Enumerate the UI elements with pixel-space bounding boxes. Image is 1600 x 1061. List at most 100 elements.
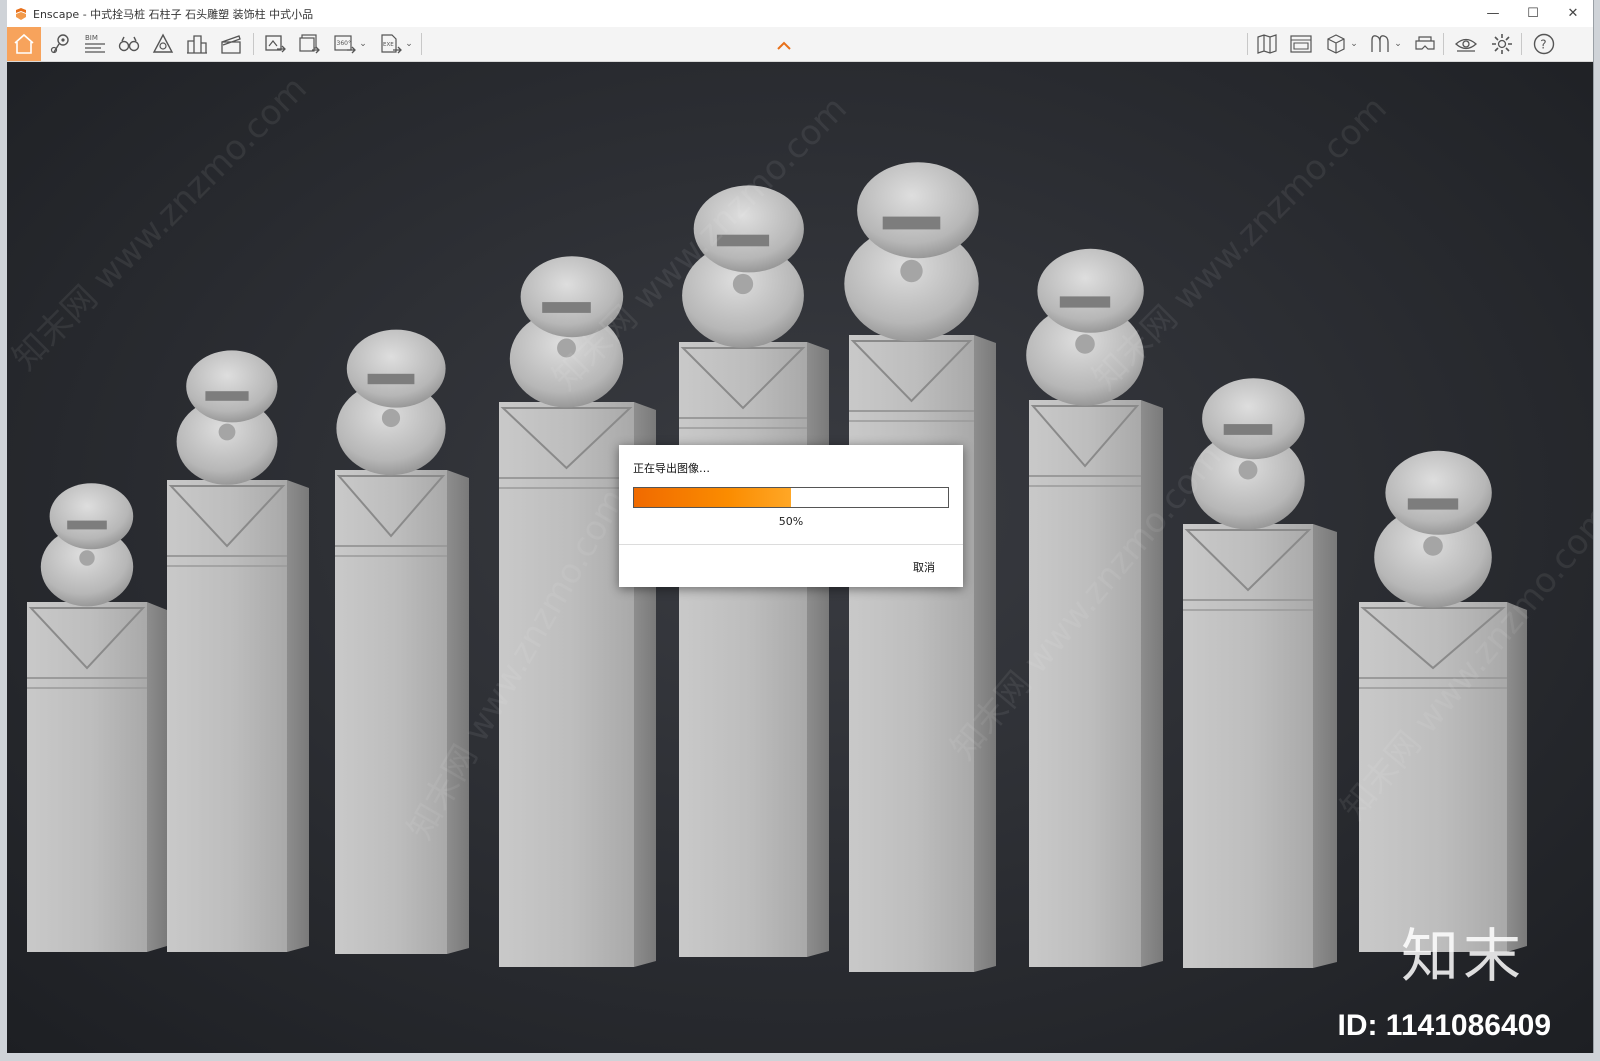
lion-bell — [1238, 460, 1258, 480]
atmosphere-icon — [152, 33, 174, 53]
window-view-button[interactable] — [1287, 29, 1315, 59]
lion-head — [1202, 378, 1305, 460]
panorama-button[interactable]: 360° ⌄ — [329, 29, 371, 59]
lion-bell — [1075, 334, 1095, 354]
brand-watermark: 知末 — [1400, 922, 1525, 990]
exe-export-button[interactable]: EXE ⌄ — [375, 29, 417, 59]
pillar-front — [849, 335, 974, 972]
map-button[interactable] — [1253, 29, 1281, 59]
lion-head — [1385, 450, 1492, 535]
help-icon: ? — [1533, 33, 1555, 55]
window-title: Enscape - 中式拴马桩 石柱子 石头雕塑 装饰柱 中式小品 — [33, 7, 314, 21]
pillar-side — [1507, 602, 1527, 952]
lion-bell — [732, 273, 754, 295]
toolbar-separator — [1521, 33, 1522, 55]
lion-mouth — [542, 302, 591, 313]
asset-library-icon — [1371, 35, 1389, 52]
toolbar: BIM 360° ⌄ EXE ⌄ ⌄ ⌄ ? — [7, 27, 1593, 62]
stone-pillar — [167, 350, 309, 952]
pillar-front — [679, 342, 807, 957]
video-editor-button[interactable] — [217, 29, 245, 59]
home-icon — [14, 33, 34, 54]
dialog-divider — [619, 544, 963, 545]
binoculars-button[interactable] — [115, 29, 143, 59]
lion-bell — [218, 423, 236, 441]
close-button[interactable]: ✕ — [1553, 0, 1593, 27]
location-button[interactable] — [47, 29, 75, 59]
toolbar-separator — [1247, 33, 1248, 55]
chevron-down-icon[interactable]: ⌄ — [359, 39, 367, 49]
pillar-side — [1313, 524, 1337, 968]
window-controls: — ☐ ✕ — [1473, 0, 1593, 27]
visual-settings-eye-icon — [1455, 38, 1477, 52]
bim-icon: BIM — [85, 34, 105, 53]
vr-button[interactable] — [1411, 29, 1439, 59]
bim-button[interactable]: BIM — [81, 29, 109, 59]
lion-bell — [1423, 536, 1443, 556]
panorama-360-icon: 360° — [334, 35, 357, 54]
svg-text:BIM: BIM — [85, 34, 98, 42]
settings-gear-icon — [1492, 34, 1512, 54]
batch-render-icon — [299, 34, 320, 54]
lion-bell — [381, 408, 401, 428]
title-bar: Enscape - 中式拴马桩 石柱子 石头雕塑 装饰柱 中式小品 — ☐ ✕ — [7, 0, 1593, 27]
view-mode-button[interactable]: ⌄ — [1321, 29, 1361, 59]
pillar-side — [147, 602, 167, 952]
lion-head — [186, 350, 278, 423]
pillar-front — [1029, 400, 1141, 967]
toolbar-separator — [421, 33, 422, 55]
binoculars-icon — [118, 36, 140, 52]
maximize-button[interactable]: ☐ — [1513, 0, 1553, 27]
enscape-logo-icon — [16, 7, 26, 20]
pillar-front — [335, 470, 447, 954]
buildings-icon — [187, 35, 207, 54]
export-progress-dialog: 正在导出图像… 50% 取消 — [619, 445, 963, 587]
diagonal-watermark: 知末网 www.znzmo.com — [1085, 89, 1395, 399]
minimize-button[interactable]: — — [1473, 0, 1513, 27]
chevron-up-icon[interactable] — [777, 41, 791, 51]
lion-mouth — [1059, 296, 1111, 308]
lion-mouth — [1223, 424, 1273, 435]
progress-bar-fill — [634, 488, 791, 507]
image-id-watermark: ID: 1141086409 — [1337, 1009, 1551, 1042]
lion-mouth — [67, 520, 107, 530]
svg-text:EXE: EXE — [383, 42, 394, 48]
lion-bell — [900, 259, 923, 283]
buildings-button[interactable] — [183, 29, 211, 59]
lion-mouth — [367, 373, 415, 385]
pillar-side — [807, 342, 829, 957]
pillar-front — [167, 480, 287, 952]
map-icon — [1257, 34, 1277, 54]
visual-settings-button[interactable] — [1451, 29, 1481, 59]
enscape-window: Enscape - 中式拴马桩 石柱子 石头雕塑 装饰柱 中式小品 — ☐ ✕ … — [7, 0, 1594, 1053]
toolbar-separator — [253, 33, 254, 55]
diagonal-watermark: 知末网 www.znzmo.com — [7, 69, 315, 379]
progress-bar — [633, 487, 949, 508]
progress-percent: 50% — [778, 515, 804, 528]
svg-text:?: ? — [1540, 38, 1546, 52]
lion-head — [1037, 248, 1144, 333]
window-view-icon — [1290, 35, 1312, 53]
pillar-front — [27, 602, 147, 952]
stone-pillar — [27, 483, 167, 952]
pillar-side — [287, 480, 309, 952]
asset-library-button[interactable]: ⌄ — [1365, 29, 1405, 59]
help-button[interactable]: ? — [1529, 29, 1559, 59]
settings-button[interactable] — [1487, 29, 1517, 59]
cancel-button[interactable]: 取消 — [913, 559, 935, 575]
toolbar-separator — [1443, 33, 1444, 55]
atmosphere-button[interactable] — [149, 29, 177, 59]
screenshot-button[interactable] — [261, 29, 289, 59]
home-button[interactable] — [7, 27, 41, 61]
svg-text:360°: 360° — [337, 40, 351, 47]
batch-render-button[interactable] — [295, 29, 323, 59]
chevron-down-icon[interactable]: ⌄ — [1394, 39, 1402, 49]
chevron-down-icon[interactable]: ⌄ — [1350, 39, 1358, 49]
stone-pillar — [335, 329, 469, 954]
exe-export-icon: EXE — [381, 34, 403, 54]
screenshot-export-icon — [265, 35, 286, 53]
cube-icon — [1327, 34, 1345, 54]
chevron-down-icon[interactable]: ⌄ — [405, 39, 413, 49]
location-pin-icon — [50, 34, 69, 54]
lion-mouth — [205, 391, 249, 401]
